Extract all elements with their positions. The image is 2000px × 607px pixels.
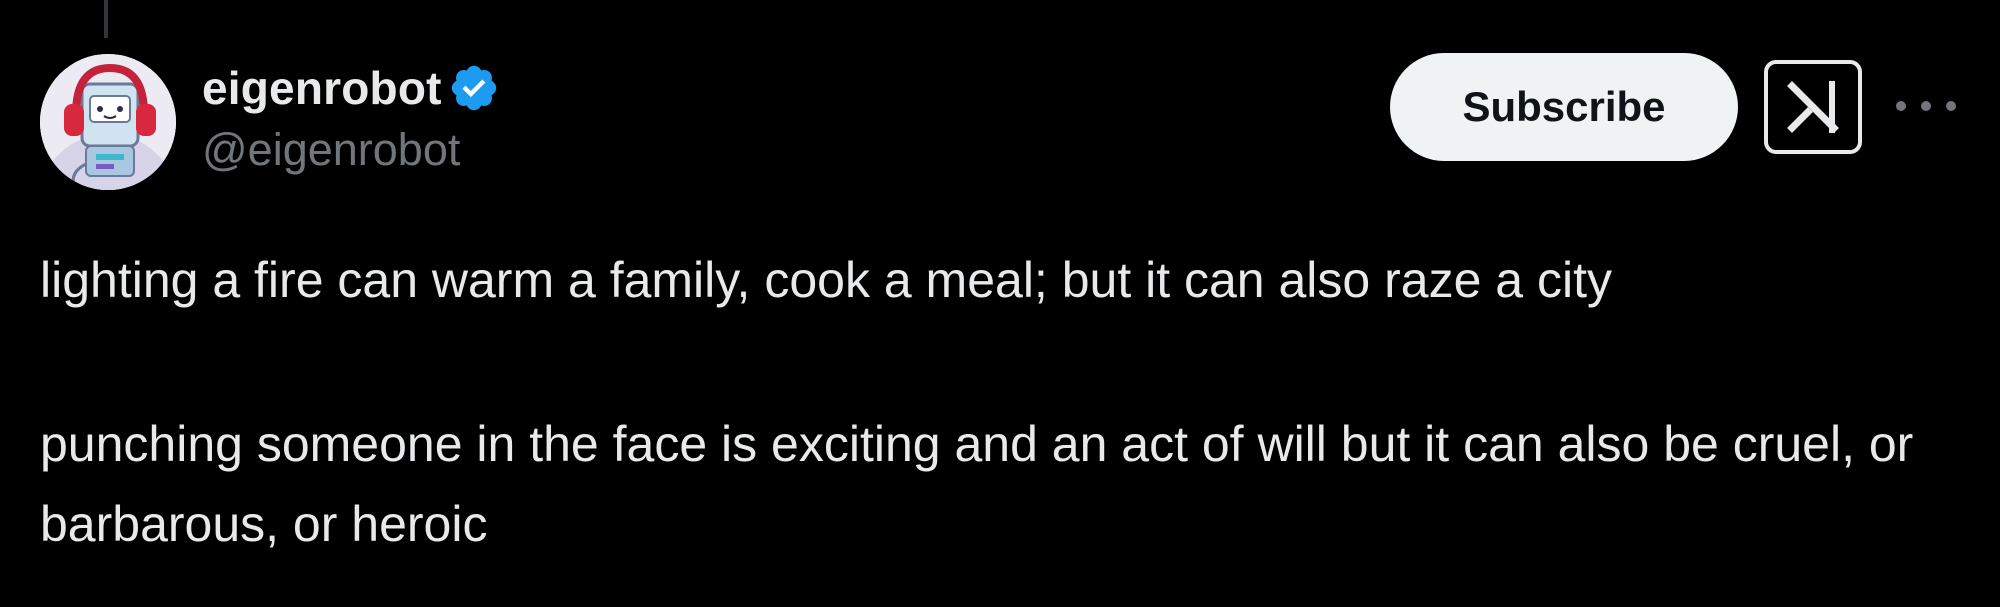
user-handle[interactable]: @eigenrobot xyxy=(202,124,500,176)
robot-avatar-icon xyxy=(40,54,176,190)
tweet-text: lighting a fire can warm a family, cook … xyxy=(40,240,1970,564)
more-dot xyxy=(1921,101,1931,111)
grok-icon xyxy=(1787,81,1839,133)
author-info: eigenrobot @eigenrobot xyxy=(202,56,500,176)
avatar[interactable] xyxy=(40,54,176,190)
verified-badge-icon[interactable] xyxy=(448,62,500,114)
more-options-button[interactable] xyxy=(1896,88,1956,124)
tweet-paragraph: punching someone in the face is exciting… xyxy=(40,416,1914,552)
grok-button[interactable] xyxy=(1764,60,1862,154)
tweet-paragraph: lighting a fire can warm a family, cook … xyxy=(40,252,1612,308)
display-name-row: eigenrobot xyxy=(202,56,500,120)
subscribe-button[interactable]: Subscribe xyxy=(1390,53,1738,161)
more-dots-icon xyxy=(1896,101,1906,111)
more-dot xyxy=(1946,101,1956,111)
thread-connector-line xyxy=(104,0,108,38)
display-name[interactable]: eigenrobot xyxy=(202,61,442,115)
